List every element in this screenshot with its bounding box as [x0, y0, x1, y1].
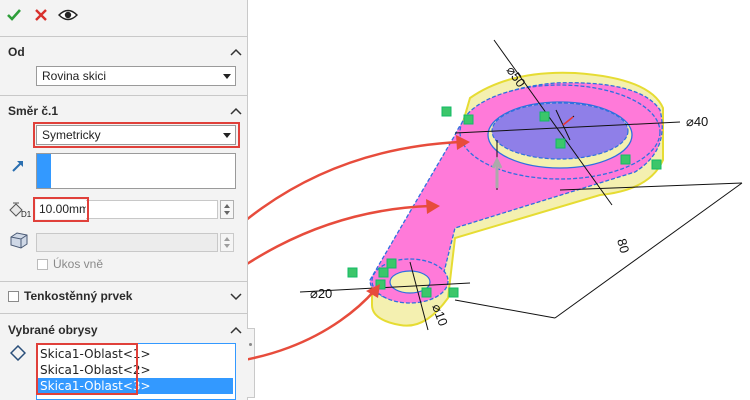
depth-icon: D1 [9, 202, 32, 218]
direction1-section-title: Směr č.1 [8, 104, 59, 118]
direction-reference-box[interactable] [36, 153, 236, 189]
property-manager: Od Rovina skici Směr č.1 Symetricky D1 1… [0, 0, 248, 400]
selection-indicator [37, 154, 51, 188]
contour-icon [10, 345, 26, 361]
highlight-box [33, 197, 89, 222]
divider [0, 36, 247, 37]
depth-spinner[interactable] [220, 200, 234, 219]
highlight-box [33, 122, 240, 148]
dim-label: ⌀10 [429, 302, 451, 328]
extrude-preview [369, 71, 664, 327]
eye-icon[interactable] [58, 8, 78, 22]
direction-arrow-icon[interactable] [10, 158, 26, 174]
chevron-up-icon[interactable] [230, 48, 242, 56]
toolbar [0, 0, 247, 34]
highlight-box [36, 343, 138, 395]
dim-label: ⌀20 [310, 286, 332, 301]
selected-contours-title: Vybrané obrysy [8, 323, 98, 337]
divider [0, 313, 247, 314]
thin-feature-label: Tenkostěnný prvek [24, 289, 133, 303]
from-dropdown[interactable]: Rovina skici [36, 66, 236, 86]
from-section-title: Od [8, 45, 25, 59]
hole-large [491, 102, 629, 160]
divider [0, 281, 247, 282]
depth-symbol: D1 [21, 210, 32, 218]
check-icon[interactable] [6, 7, 22, 23]
x-icon[interactable] [33, 7, 49, 23]
dim-label: 80 [614, 237, 632, 255]
chevron-down-icon[interactable] [230, 293, 242, 301]
chevron-down-icon [223, 74, 231, 79]
divider [0, 95, 247, 96]
depth-input-field[interactable] [86, 200, 218, 219]
graphics-area[interactable]: ⌀50 ⌀40 ⌀20 ⌀10 80 [248, 0, 750, 400]
draft-angle-input[interactable] [36, 233, 218, 252]
draft-icon[interactable] [8, 230, 30, 250]
draft-spinner[interactable] [220, 233, 234, 252]
chevron-up-icon[interactable] [230, 326, 242, 334]
draft-outward-checkbox[interactable] [37, 259, 48, 270]
draft-outward-label: Úkos vně [53, 257, 104, 271]
chevron-up-icon[interactable] [230, 107, 242, 115]
thin-feature-checkbox[interactable] [8, 291, 19, 302]
from-dropdown-value: Rovina skici [42, 69, 107, 83]
dim-label: ⌀40 [686, 114, 708, 129]
